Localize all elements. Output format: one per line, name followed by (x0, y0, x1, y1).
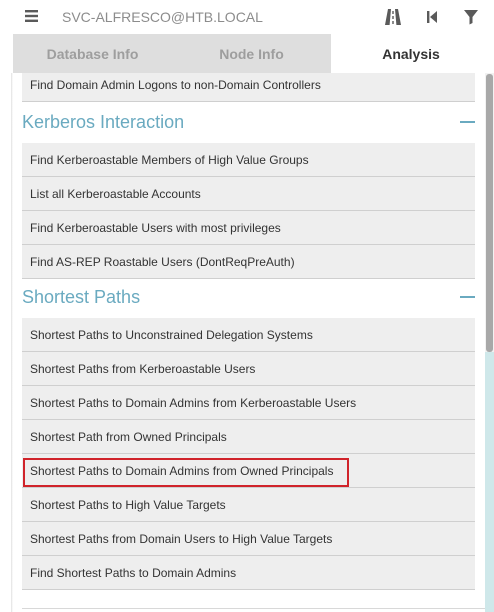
scrollbar-thumb[interactable] (486, 74, 493, 352)
collapse-icon[interactable] (459, 289, 475, 305)
query-item[interactable]: Shortest Paths from Domain Users to High… (22, 522, 475, 556)
pathfinding-icon[interactable] (384, 8, 402, 26)
query-item[interactable]: Find AS-REP Roastable Users (DontReqPreA… (22, 245, 475, 279)
tab-database-info[interactable]: Database Info (13, 34, 172, 73)
query-item[interactable]: Shortest Paths to High Value Targets (22, 488, 475, 522)
section-header-shortest-paths: Shortest Paths (22, 282, 475, 312)
tab-bar: Database Info Node Info Analysis (13, 34, 491, 73)
search-input[interactable] (62, 8, 362, 26)
tab-analysis[interactable]: Analysis (331, 34, 491, 73)
query-item[interactable]: Shortest Path from Owned Principals (22, 420, 475, 454)
search-bar (0, 0, 494, 34)
divider (22, 608, 485, 609)
section-header-kerberos: Kerberos Interaction (22, 107, 475, 137)
query-item[interactable]: Find Kerberoastable Members of High Valu… (22, 143, 475, 177)
query-item-highlighted[interactable]: Shortest Paths to Domain Admins from Own… (22, 454, 475, 488)
query-item[interactable]: Find Shortest Paths to Domain Admins (22, 556, 475, 590)
section-title: Kerberos Interaction (22, 111, 185, 132)
filter-icon[interactable] (462, 8, 480, 26)
query-item[interactable]: Shortest Paths to Domain Admins from Ker… (22, 386, 475, 420)
query-item[interactable]: Find Domain Admin Logons to non-Domain C… (22, 73, 475, 102)
analysis-panel: Find Domain Admin Logons to non-Domain C… (13, 73, 485, 612)
tab-node-info[interactable]: Node Info (172, 34, 331, 73)
query-item[interactable]: List all Kerberoastable Accounts (22, 177, 475, 211)
collapse-icon[interactable] (459, 114, 475, 130)
menu-icon[interactable] (25, 9, 38, 23)
section-title: Shortest Paths (22, 286, 141, 307)
query-item[interactable]: Shortest Paths from Kerberoastable Users (22, 352, 475, 386)
query-item[interactable]: Find Kerberoastable Users with most priv… (22, 211, 475, 245)
back-icon[interactable] (423, 8, 441, 26)
query-item[interactable]: Shortest Paths to Unconstrained Delegati… (22, 318, 475, 352)
scrollbar-region (485, 352, 494, 612)
